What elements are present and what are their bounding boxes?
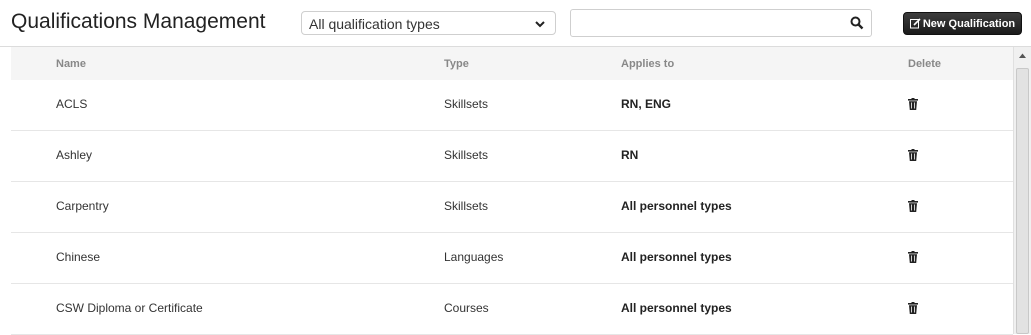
table-row[interactable]: ACLS Skillsets RN, ENG — [11, 80, 1013, 131]
column-header-delete: Delete — [908, 58, 942, 70]
trash-icon[interactable] — [908, 149, 918, 161]
table-row[interactable]: CSW Diploma or Certificate Courses All p… — [11, 284, 1013, 335]
table-row[interactable]: Chinese Languages All personnel types — [11, 233, 1013, 284]
row-applies-to: All personnel types — [621, 301, 732, 315]
row-applies-to: All personnel types — [621, 199, 732, 213]
column-header-name[interactable]: Name — [56, 58, 86, 70]
scroll-up-arrow-icon[interactable] — [1014, 47, 1031, 64]
qualification-type-select[interactable]: All qualification types — [301, 11, 556, 35]
chevron-down-icon — [535, 21, 545, 28]
row-applies-to: RN — [621, 148, 639, 162]
column-header-applies-to[interactable]: Applies to — [621, 58, 674, 70]
qualification-type-selected: All qualification types — [309, 16, 440, 32]
row-type: Skillsets — [444, 97, 489, 111]
search-box — [570, 9, 872, 37]
row-type: Languages — [444, 250, 504, 264]
search-icon[interactable] — [850, 16, 864, 30]
row-name: Ashley — [56, 148, 93, 162]
row-applies-to: RN, ENG — [621, 97, 672, 111]
trash-icon[interactable] — [908, 200, 918, 212]
row-applies-to: All personnel types — [621, 250, 732, 264]
page-header: Qualifications Management All qualificat… — [0, 0, 1031, 47]
column-header-type[interactable]: Type — [444, 58, 469, 70]
row-type: Courses — [444, 301, 489, 315]
vertical-scrollbar[interactable] — [1013, 47, 1031, 334]
row-name: CSW Diploma or Certificate — [56, 301, 203, 315]
row-name: Carpentry — [56, 199, 109, 213]
trash-icon[interactable] — [908, 302, 918, 314]
page-title: Qualifications Management — [11, 10, 266, 33]
qualifications-table: Name Type Applies to Delete ACLS Skillse… — [11, 47, 1013, 335]
new-qualification-button[interactable]: New Qualification — [903, 12, 1022, 35]
edit-icon — [909, 18, 921, 29]
table-header: Name Type Applies to Delete — [11, 47, 1013, 80]
row-type: Skillsets — [444, 148, 489, 162]
scrollbar-thumb[interactable] — [1016, 68, 1029, 334]
new-qualification-label: New Qualification — [922, 17, 1016, 30]
row-type: Skillsets — [444, 199, 489, 213]
table-row[interactable]: Carpentry Skillsets All personnel types — [11, 182, 1013, 233]
search-input[interactable] — [577, 14, 851, 34]
row-name: ACLS — [56, 97, 88, 111]
table-row[interactable]: Ashley Skillsets RN — [11, 131, 1013, 182]
row-name: Chinese — [56, 250, 101, 264]
trash-icon[interactable] — [908, 251, 918, 263]
trash-icon[interactable] — [908, 98, 918, 110]
